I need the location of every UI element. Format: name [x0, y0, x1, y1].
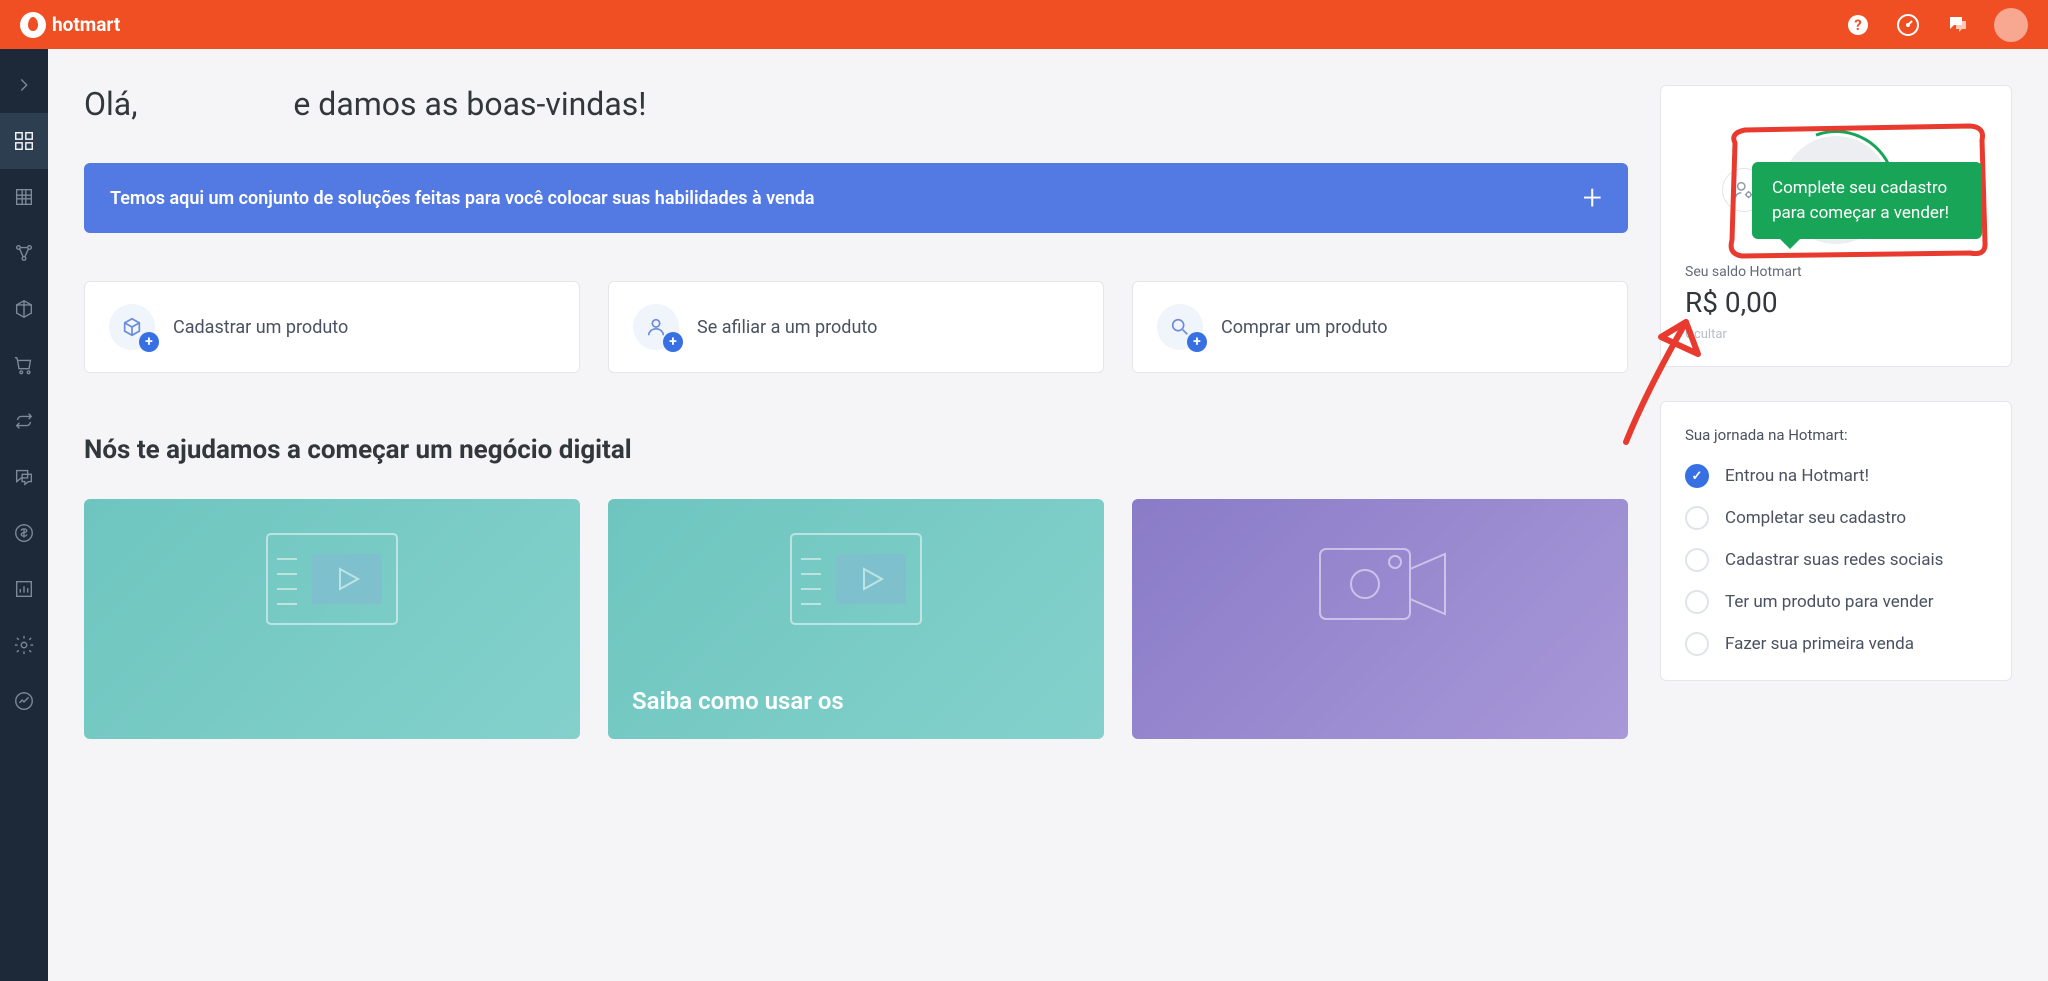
action-label: Comprar um produto — [1221, 317, 1388, 338]
brand-logo[interactable]: hotmart — [20, 12, 120, 38]
step-dot-icon — [1685, 632, 1709, 656]
learn-card-3[interactable] — [1132, 499, 1628, 739]
gauge-icon[interactable] — [1894, 11, 1922, 39]
left-column: Olá, e damos as boas-vindas! Temos aqui … — [84, 85, 1628, 739]
cube-icon: + — [109, 304, 155, 350]
help-section-title: Nós te ajudamos a começar um negócio dig… — [84, 435, 1628, 465]
onboarding-tooltip[interactable]: Complete seu cadastro para começar a ven… — [1752, 162, 1982, 239]
main-content: Olá, e damos as boas-vindas! Temos aqui … — [48, 49, 2048, 739]
journey-step[interactable]: Cadastrar suas redes sociais — [1685, 548, 1987, 572]
svg-text:?: ? — [1854, 16, 1861, 34]
sidebar-dashboard[interactable] — [0, 113, 48, 169]
step-dot-icon — [1685, 548, 1709, 572]
greeting-pre: Olá, — [84, 85, 138, 123]
journey-step[interactable]: Ter um produto para vender — [1685, 590, 1987, 614]
header-actions: ? — [1844, 8, 2028, 42]
user-avatar[interactable] — [1994, 8, 2028, 42]
balance-label: Seu saldo Hotmart — [1685, 264, 1987, 280]
journey-step-label: Cadastrar suas redes sociais — [1725, 550, 1943, 570]
help-icon[interactable]: ? — [1844, 11, 1872, 39]
video-list-icon — [786, 529, 926, 643]
sidebar-grid[interactable] — [0, 169, 48, 225]
camera-icon — [1300, 529, 1460, 643]
sidebar-products[interactable] — [0, 281, 48, 337]
sidebar-messages[interactable] — [0, 449, 48, 505]
greeting-post: e damos as boas-vindas! — [293, 85, 646, 123]
journey-step[interactable]: Completar seu cadastro — [1685, 506, 1987, 530]
person-icon: + — [633, 304, 679, 350]
learn-card-1[interactable] — [84, 499, 580, 739]
search-icon: + — [1157, 304, 1203, 350]
solutions-banner[interactable]: Temos aqui um conjunto de soluções feita… — [84, 163, 1628, 233]
sidebar-loop[interactable] — [0, 393, 48, 449]
journey-card: Sua jornada na Hotmart: Entrou na Hotmar… — [1660, 401, 2012, 681]
balance-value: R$ 0,00 — [1685, 286, 1987, 319]
greeting-title: Olá, e damos as boas-vindas! — [84, 85, 1628, 123]
buy-product-card[interactable]: + Comprar um produto — [1132, 281, 1628, 373]
sidebar-cart[interactable] — [0, 337, 48, 393]
plus-icon: + — [1583, 181, 1602, 215]
quick-actions: + Cadastrar um produto + Se afiliar a um… — [84, 281, 1628, 373]
sidebar-analytics[interactable] — [0, 561, 48, 617]
journey-step-label: Ter um produto para vender — [1725, 592, 1934, 612]
affiliate-product-card[interactable]: + Se afiliar a um produto — [608, 281, 1104, 373]
learn-card-title: Saiba como usar os — [632, 687, 1080, 715]
sidebar-settings[interactable] — [0, 617, 48, 673]
learn-cards-row: Saiba como usar os — [84, 499, 1628, 739]
journey-step-label: Completar seu cadastro — [1725, 508, 1906, 528]
sidebar-network[interactable] — [0, 225, 48, 281]
video-list-icon — [262, 529, 402, 643]
learn-card-2[interactable]: Saiba como usar os — [608, 499, 1104, 739]
sidebar-trends[interactable] — [0, 673, 48, 729]
journey-step-label: Fazer sua primeira venda — [1725, 634, 1914, 654]
banner-text: Temos aqui um conjunto de soluções feita… — [110, 188, 815, 209]
flame-icon — [20, 12, 46, 38]
journey-step-label: Entrou na Hotmart! — [1725, 466, 1869, 486]
step-dot-icon — [1685, 506, 1709, 530]
top-header: hotmart ? — [0, 0, 2048, 49]
brand-name: hotmart — [52, 13, 120, 36]
journey-step[interactable]: Fazer sua primeira venda — [1685, 632, 1987, 656]
journey-step[interactable]: Entrou na Hotmart! — [1685, 464, 1987, 488]
register-product-card[interactable]: + Cadastrar um produto — [84, 281, 580, 373]
sidebar-nav — [0, 49, 48, 981]
step-dot-icon — [1685, 590, 1709, 614]
action-label: Se afiliar a um produto — [697, 317, 877, 338]
balance-hide-link[interactable]: Ocultar — [1685, 327, 1987, 342]
sidebar-expand[interactable] — [0, 57, 48, 113]
check-icon — [1685, 464, 1709, 488]
chat-icon[interactable] — [1944, 11, 1972, 39]
action-label: Cadastrar um produto — [173, 317, 348, 338]
sidebar-finance[interactable] — [0, 505, 48, 561]
journey-title: Sua jornada na Hotmart: — [1685, 426, 1987, 444]
